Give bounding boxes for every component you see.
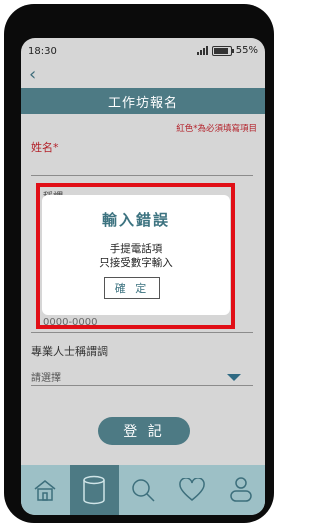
nav-favorites[interactable]	[167, 465, 216, 515]
home-icon	[34, 480, 56, 501]
search-icon	[132, 479, 155, 502]
page-title: 工作坊報名	[107, 95, 178, 111]
pro-title-select-line	[31, 385, 253, 386]
phone-field[interactable]	[31, 332, 253, 333]
status-indicators: 55%	[196, 45, 258, 56]
nav-home[interactable]	[21, 465, 70, 515]
dialog-message-line1: 手提電話項	[109, 243, 163, 255]
nav-search[interactable]	[119, 465, 168, 515]
heart-icon	[179, 478, 205, 501]
error-dialog: 輸入錯誤 手提電話項 只接受數字輸入 確 定	[42, 195, 230, 315]
database-icon	[83, 475, 105, 505]
dialog-title: 輸入錯誤	[101, 211, 170, 229]
battery-percent: 55%	[235, 45, 258, 56]
chevron-down-icon[interactable]	[227, 374, 241, 381]
profile-icon	[229, 477, 252, 502]
nav-database[interactable]	[69, 465, 119, 515]
name-field[interactable]	[31, 175, 253, 176]
dialog-message-line2: 只接受數字輸入	[99, 257, 173, 269]
status-time: 18:30	[28, 46, 57, 57]
pro-title-label: 專業人士稱謂調	[31, 345, 108, 358]
back-icon[interactable]: ‹	[29, 66, 36, 84]
confirm-button[interactable]: 確 定	[104, 277, 160, 299]
submit-button[interactable]: 登 記	[98, 417, 190, 445]
page-title-bar: 工作坊報名	[21, 88, 265, 114]
bottom-nav	[21, 465, 265, 515]
signal-icon	[196, 46, 208, 55]
nav-profile[interactable]	[216, 465, 265, 515]
battery-icon	[211, 45, 234, 56]
name-label: 姓名*	[31, 141, 59, 154]
pro-title-select[interactable]: 請選擇	[31, 369, 61, 384]
status-bar: 18:30 55%	[21, 38, 265, 64]
required-note: 紅色*為必須填寫項目	[176, 124, 257, 134]
